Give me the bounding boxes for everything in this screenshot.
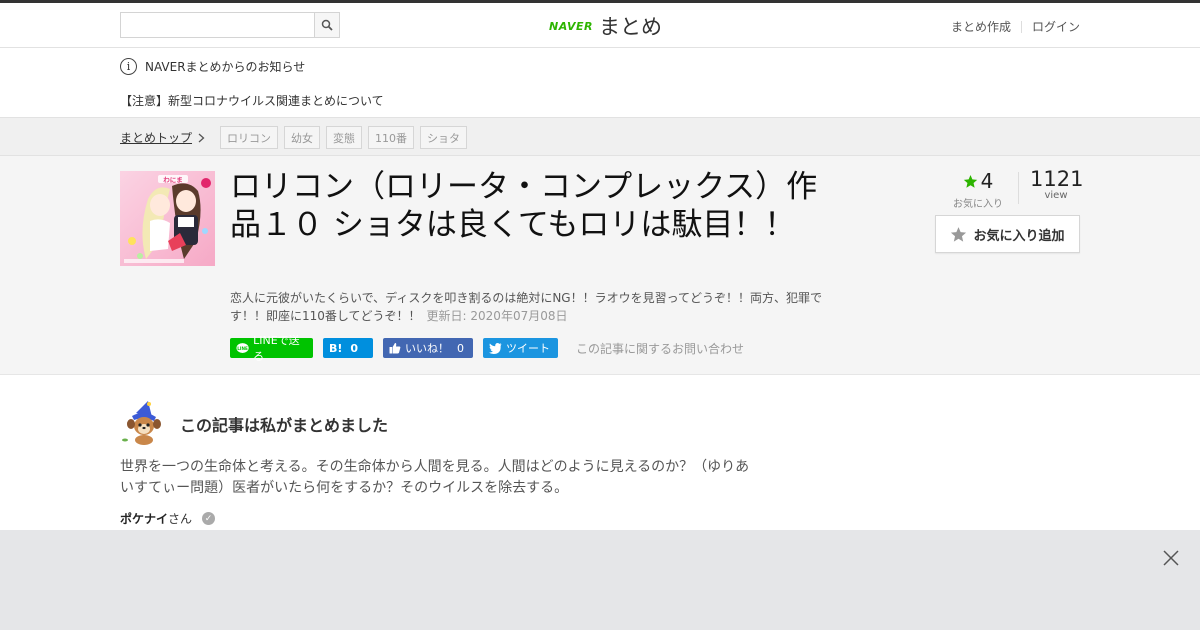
tweet-button[interactable]: ツイート: [483, 338, 558, 358]
author-section: この記事は私がまとめました 世界を一つの生命体と考える。その生命体から人間を見る…: [0, 375, 1200, 530]
close-icon: [1163, 550, 1179, 566]
thumbnail-illustration: わにま: [120, 171, 215, 266]
site-header: NAVER まとめ まとめ作成 ログイン: [0, 3, 1200, 48]
bottom-ad-banner: [0, 530, 1200, 630]
notice-title: NAVERまとめからのお知らせ: [145, 60, 306, 74]
search-icon: [321, 19, 333, 31]
line-share-label: LINEで送る: [253, 334, 300, 363]
article-thumbnail: わにま: [120, 171, 215, 266]
star-outline-icon: [951, 226, 967, 242]
author-name-suffix: さん: [168, 512, 193, 526]
chevron-right-icon: [198, 133, 205, 142]
line-icon: LINE: [236, 342, 249, 353]
tag-item[interactable]: ショタ: [420, 126, 467, 149]
favorite-label: お気に入り: [953, 199, 1003, 210]
nav-divider: [1020, 20, 1022, 33]
stats-divider: [1018, 172, 1019, 204]
breadcrumb-top-link[interactable]: まとめトップ: [120, 129, 205, 146]
view-label: view: [1044, 190, 1068, 201]
tag-item[interactable]: ロリコン: [220, 126, 278, 149]
site-logo[interactable]: NAVER まとめ: [549, 13, 662, 39]
tweet-label: ツイート: [506, 342, 550, 355]
hatena-icon: B!: [329, 341, 343, 355]
tag-item[interactable]: 幼女: [284, 126, 320, 149]
breadcrumb-top-label: まとめトップ: [120, 131, 193, 145]
star-icon: [963, 174, 977, 188]
author-name-link[interactable]: ポケナイさん: [120, 510, 192, 527]
add-favorite-button[interactable]: お気に入り追加: [935, 215, 1080, 253]
view-stat: 1121 view: [1030, 167, 1084, 201]
tag-item[interactable]: 110番: [368, 126, 414, 149]
search-box: [120, 12, 340, 38]
updated-date: 更新日: 2020年07月08日: [426, 309, 568, 323]
article-title: ロリコン（ロリータ・コンプレックス）作品１０ ショタは良くてもロリは駄目！！: [230, 169, 818, 243]
avatar[interactable]: [120, 399, 166, 445]
svg-text:LINE: LINE: [237, 345, 248, 350]
facebook-like-count: 0: [457, 341, 464, 355]
create-matome-link[interactable]: まとめ作成: [951, 18, 1011, 35]
notice-panel: i NAVERまとめからのお知らせ 【注意】新型コロナウイルス関連まとめについて: [0, 48, 1200, 118]
thumbnail-caption: わにま: [163, 175, 183, 184]
add-favorite-label: お気に入り追加: [973, 228, 1065, 244]
author-name-row: ポケナイさん ✓: [120, 510, 216, 527]
logo-text: まとめ: [598, 15, 662, 39]
twitter-bird-icon: [489, 342, 502, 354]
contact-link[interactable]: この記事に関するお問い合わせ: [576, 340, 744, 357]
share-bar: LINE LINEで送る B! 0 いいね！ 0 ツイート この記事に関するお問…: [230, 334, 744, 363]
facebook-like-button[interactable]: いいね！ 0: [383, 338, 473, 358]
thumbs-up-icon: [389, 342, 401, 354]
breadcrumb: まとめトップ ロリコン 幼女 変態 110番 ショタ: [0, 118, 1200, 156]
avatar-illustration: [122, 401, 161, 445]
logo-brand: NAVER: [549, 19, 593, 33]
header-nav: まとめ作成 ログイン: [951, 18, 1080, 35]
notice-link[interactable]: 【注意】新型コロナウイルス関連まとめについて: [120, 92, 384, 109]
line-share-button[interactable]: LINE LINEで送る: [230, 334, 313, 363]
search-input[interactable]: [121, 13, 315, 37]
search-button[interactable]: [314, 13, 339, 37]
verified-icon: ✓: [202, 512, 216, 525]
author-heading: この記事は私がまとめました: [180, 416, 389, 435]
author-name: ポケナイ: [120, 512, 169, 526]
tag-item[interactable]: 変態: [326, 126, 362, 149]
close-ad-button[interactable]: [1161, 548, 1181, 568]
facebook-like-label: いいね！: [405, 342, 449, 355]
view-count: 1121: [1030, 167, 1084, 191]
hatena-bookmark-button[interactable]: B! 0: [323, 338, 373, 358]
article-header: わにま ロリコン（ロリータ・コンプレックス）作品１０ ショタは良くてもロリは駄目…: [0, 156, 1200, 375]
notice-header: i NAVERまとめからのお知らせ: [120, 58, 305, 75]
hatena-count: 0: [350, 341, 359, 355]
author-bio: 世界を一つの生命体と考える。その生命体から人間を見る。人間はどのように見えるのか…: [120, 459, 750, 496]
favorite-count: 4: [980, 169, 994, 193]
tag-list: ロリコン 幼女 変態 110番 ショタ: [220, 126, 467, 149]
article-description: 恋人に元彼がいたくらいで、ディスクを叩き割るのは絶対にNG！！ラオウを見習ってど…: [230, 289, 830, 325]
favorite-count-row: 4: [950, 169, 1006, 193]
favorite-stat: 4 お気に入り: [950, 169, 1006, 210]
login-link[interactable]: ログイン: [1032, 18, 1080, 35]
info-icon: i: [120, 58, 137, 75]
